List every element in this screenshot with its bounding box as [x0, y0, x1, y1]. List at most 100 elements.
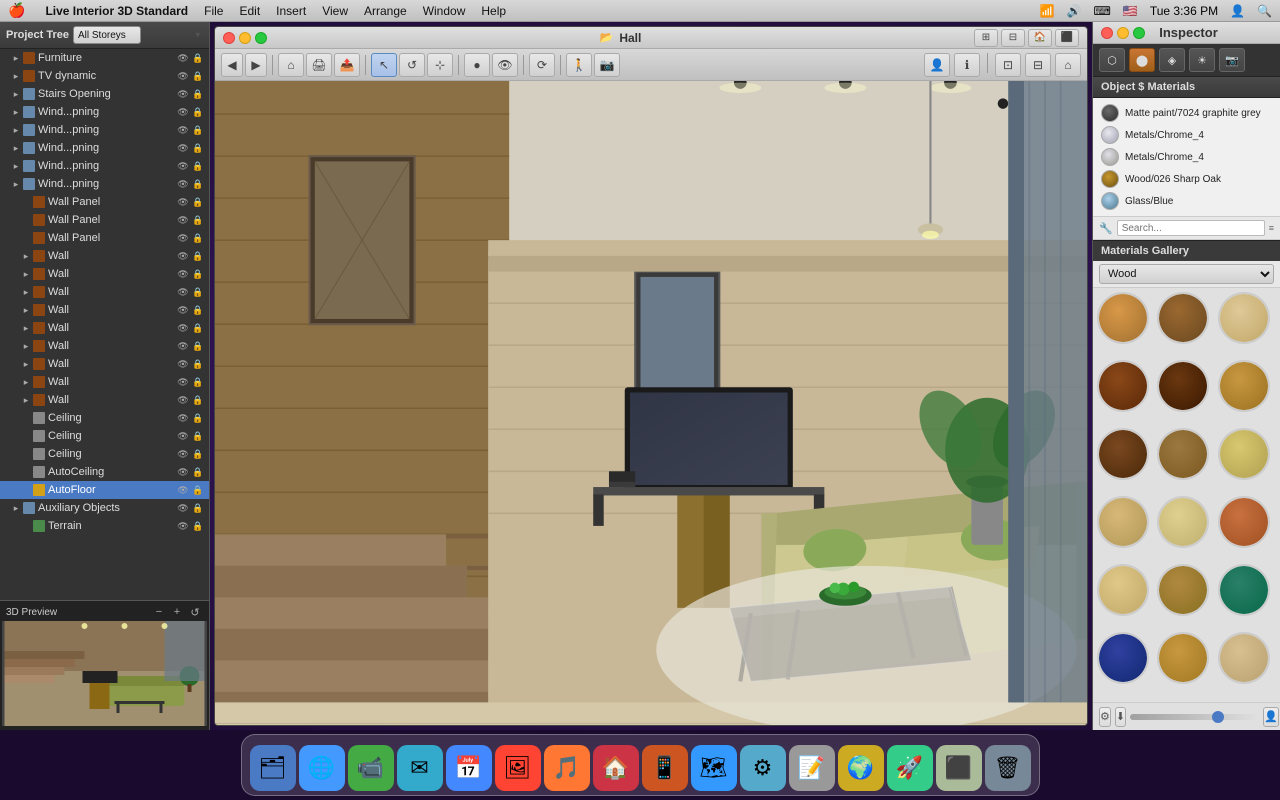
tree-item[interactable]: AutoFloor 👁 🔒: [0, 481, 209, 499]
dock-item-browser[interactable]: 🚀: [887, 745, 933, 791]
tree-item[interactable]: ▸ Wind...pning 👁 🔒: [0, 103, 209, 121]
tree-item[interactable]: ▸ Wall 👁 🔒: [0, 247, 209, 265]
menu-edit[interactable]: Edit: [239, 4, 260, 18]
walk-tool[interactable]: 🚶: [566, 53, 592, 77]
refresh-button[interactable]: ↺: [187, 604, 203, 620]
menu-help[interactable]: Help: [481, 4, 506, 18]
material-search-more[interactable]: ≡: [1269, 223, 1274, 233]
swatch-item[interactable]: [1218, 360, 1270, 412]
dock-item-mail[interactable]: 📹: [348, 745, 394, 791]
dock-item-safari[interactable]: 🌐: [299, 745, 345, 791]
tree-item[interactable]: ▸ Furniture 👁 🔒: [0, 49, 209, 67]
maximize-button[interactable]: [255, 32, 267, 44]
swatch-item[interactable]: [1218, 496, 1270, 548]
swatch-item[interactable]: [1097, 564, 1149, 616]
tree-item[interactable]: ▸ Wind...pning 👁 🔒: [0, 121, 209, 139]
view-3[interactable]: ⌂: [1055, 53, 1081, 77]
search-icon[interactable]: 🔍: [1257, 4, 1272, 18]
inspector-minimize[interactable]: [1117, 27, 1129, 39]
swatch-item[interactable]: [1097, 496, 1149, 548]
share-button[interactable]: 📤: [334, 53, 360, 77]
inspector-tab-3[interactable]: ☀: [1189, 48, 1215, 72]
menu-view[interactable]: View: [322, 4, 348, 18]
swatch-item[interactable]: [1218, 632, 1270, 684]
tree-item[interactable]: ▸ Wall 👁 🔒: [0, 373, 209, 391]
print-button[interactable]: 🖨: [306, 53, 332, 77]
dock-item-calendar[interactable]: 🖼: [495, 745, 541, 791]
dock-item-facetime[interactable]: ✉: [397, 745, 443, 791]
menu-insert[interactable]: Insert: [276, 4, 306, 18]
view-1[interactable]: ⊡: [995, 53, 1021, 77]
tree-item[interactable]: Ceiling 👁 🔒: [0, 427, 209, 445]
swatch-item[interactable]: [1157, 632, 1209, 684]
maximize-view-btn[interactable]: ⬛: [1055, 29, 1079, 47]
person-button[interactable]: 👤: [1263, 707, 1279, 727]
material-item[interactable]: Wood/026 Sharp Oak: [1097, 168, 1276, 190]
view-mode-btn-3[interactable]: 🏠: [1028, 29, 1052, 47]
dock-item-stickies[interactable]: 🌍: [838, 745, 884, 791]
dock-item-app-store[interactable]: 🗺: [691, 745, 737, 791]
dock-item-music[interactable]: 🏠: [593, 745, 639, 791]
swatch-item[interactable]: [1218, 292, 1270, 344]
tree-item[interactable]: ▸ Wall 👁 🔒: [0, 265, 209, 283]
home-button[interactable]: ⌂: [278, 53, 304, 77]
menu-arrange[interactable]: Arrange: [364, 4, 407, 18]
person-icon-btn[interactable]: 👤: [924, 53, 950, 77]
swatch-item[interactable]: [1097, 360, 1149, 412]
tree-item[interactable]: ▸ Auxiliary Objects 👁 🔒: [0, 499, 209, 517]
storey-select[interactable]: All Storeys: [73, 26, 141, 44]
camera-tool[interactable]: 📷: [594, 53, 620, 77]
pan-tool[interactable]: ⊹: [427, 53, 453, 77]
tree-item[interactable]: ▸ Wind...pning 👁 🔒: [0, 139, 209, 157]
dock-item-maps[interactable]: ⚙: [740, 745, 786, 791]
tree-item[interactable]: ▸ Wall 👁 🔒: [0, 283, 209, 301]
tree-item[interactable]: ▸ Wind...pning 👁 🔒: [0, 175, 209, 193]
swatch-item[interactable]: [1157, 564, 1209, 616]
material-item[interactable]: Metals/Chrome_4: [1097, 124, 1276, 146]
swatch-item[interactable]: [1157, 360, 1209, 412]
select-tool[interactable]: ↖: [371, 53, 397, 77]
tree-item[interactable]: Wall Panel 👁 🔒: [0, 211, 209, 229]
tree-item[interactable]: ▸ Wall 👁 🔒: [0, 301, 209, 319]
swatch-item[interactable]: [1157, 496, 1209, 548]
dock-item-photos[interactable]: 🎵: [544, 745, 590, 791]
menu-window[interactable]: Window: [423, 4, 466, 18]
inspector-tab-1[interactable]: ⬤: [1129, 48, 1155, 72]
back-button[interactable]: ◀: [221, 53, 243, 77]
viewport-3d[interactable]: [215, 81, 1087, 725]
tree-area[interactable]: ▸ Furniture 👁 🔒 ▸ TV dynamic 👁 🔒 ▸: [0, 49, 209, 600]
tree-item[interactable]: ▸ Wall 👁 🔒: [0, 337, 209, 355]
dock-item-launchpad[interactable]: ⬛: [936, 745, 982, 791]
rotate-tool[interactable]: ↺: [399, 53, 425, 77]
inspector-maximize[interactable]: [1133, 27, 1145, 39]
zoom-out-button[interactable]: −: [151, 604, 167, 620]
material-item[interactable]: Glass/Blue: [1097, 190, 1276, 212]
tree-item[interactable]: AutoCeiling 👁 🔒: [0, 463, 209, 481]
dock-item-finder[interactable]: 🗂: [250, 745, 296, 791]
view-mode-btn-1[interactable]: ⊞: [974, 29, 998, 47]
menu-file[interactable]: File: [204, 4, 223, 18]
close-button[interactable]: [223, 32, 235, 44]
swatch-item[interactable]: [1157, 428, 1209, 480]
swatch-item[interactable]: [1157, 292, 1209, 344]
material-item[interactable]: Matte paint/7024 graphite grey: [1097, 102, 1276, 124]
swatch-item[interactable]: [1097, 428, 1149, 480]
inspector-tab-0[interactable]: ⬡: [1099, 48, 1125, 72]
swatch-item[interactable]: [1218, 428, 1270, 480]
circle-tool[interactable]: ●: [464, 53, 490, 77]
tree-item[interactable]: Ceiling 👁 🔒: [0, 445, 209, 463]
zoom-in-button[interactable]: +: [169, 604, 185, 620]
inspector-close[interactable]: [1101, 27, 1113, 39]
eye-tool[interactable]: 👁: [492, 53, 518, 77]
info-button[interactable]: ℹ: [954, 53, 980, 77]
material-item[interactable]: Metals/Chrome_4: [1097, 146, 1276, 168]
size-slider[interactable]: [1130, 714, 1259, 720]
swatch-item[interactable]: [1097, 632, 1149, 684]
swatch-item[interactable]: [1218, 564, 1270, 616]
material-search-input[interactable]: [1117, 220, 1265, 236]
view-mode-btn-2[interactable]: ⊟: [1001, 29, 1025, 47]
tree-item[interactable]: Ceiling 👁 🔒: [0, 409, 209, 427]
swatch-item[interactable]: [1097, 292, 1149, 344]
gear-button[interactable]: ⚙: [1099, 707, 1111, 727]
tree-item[interactable]: ▸ Stairs Opening 👁 🔒: [0, 85, 209, 103]
